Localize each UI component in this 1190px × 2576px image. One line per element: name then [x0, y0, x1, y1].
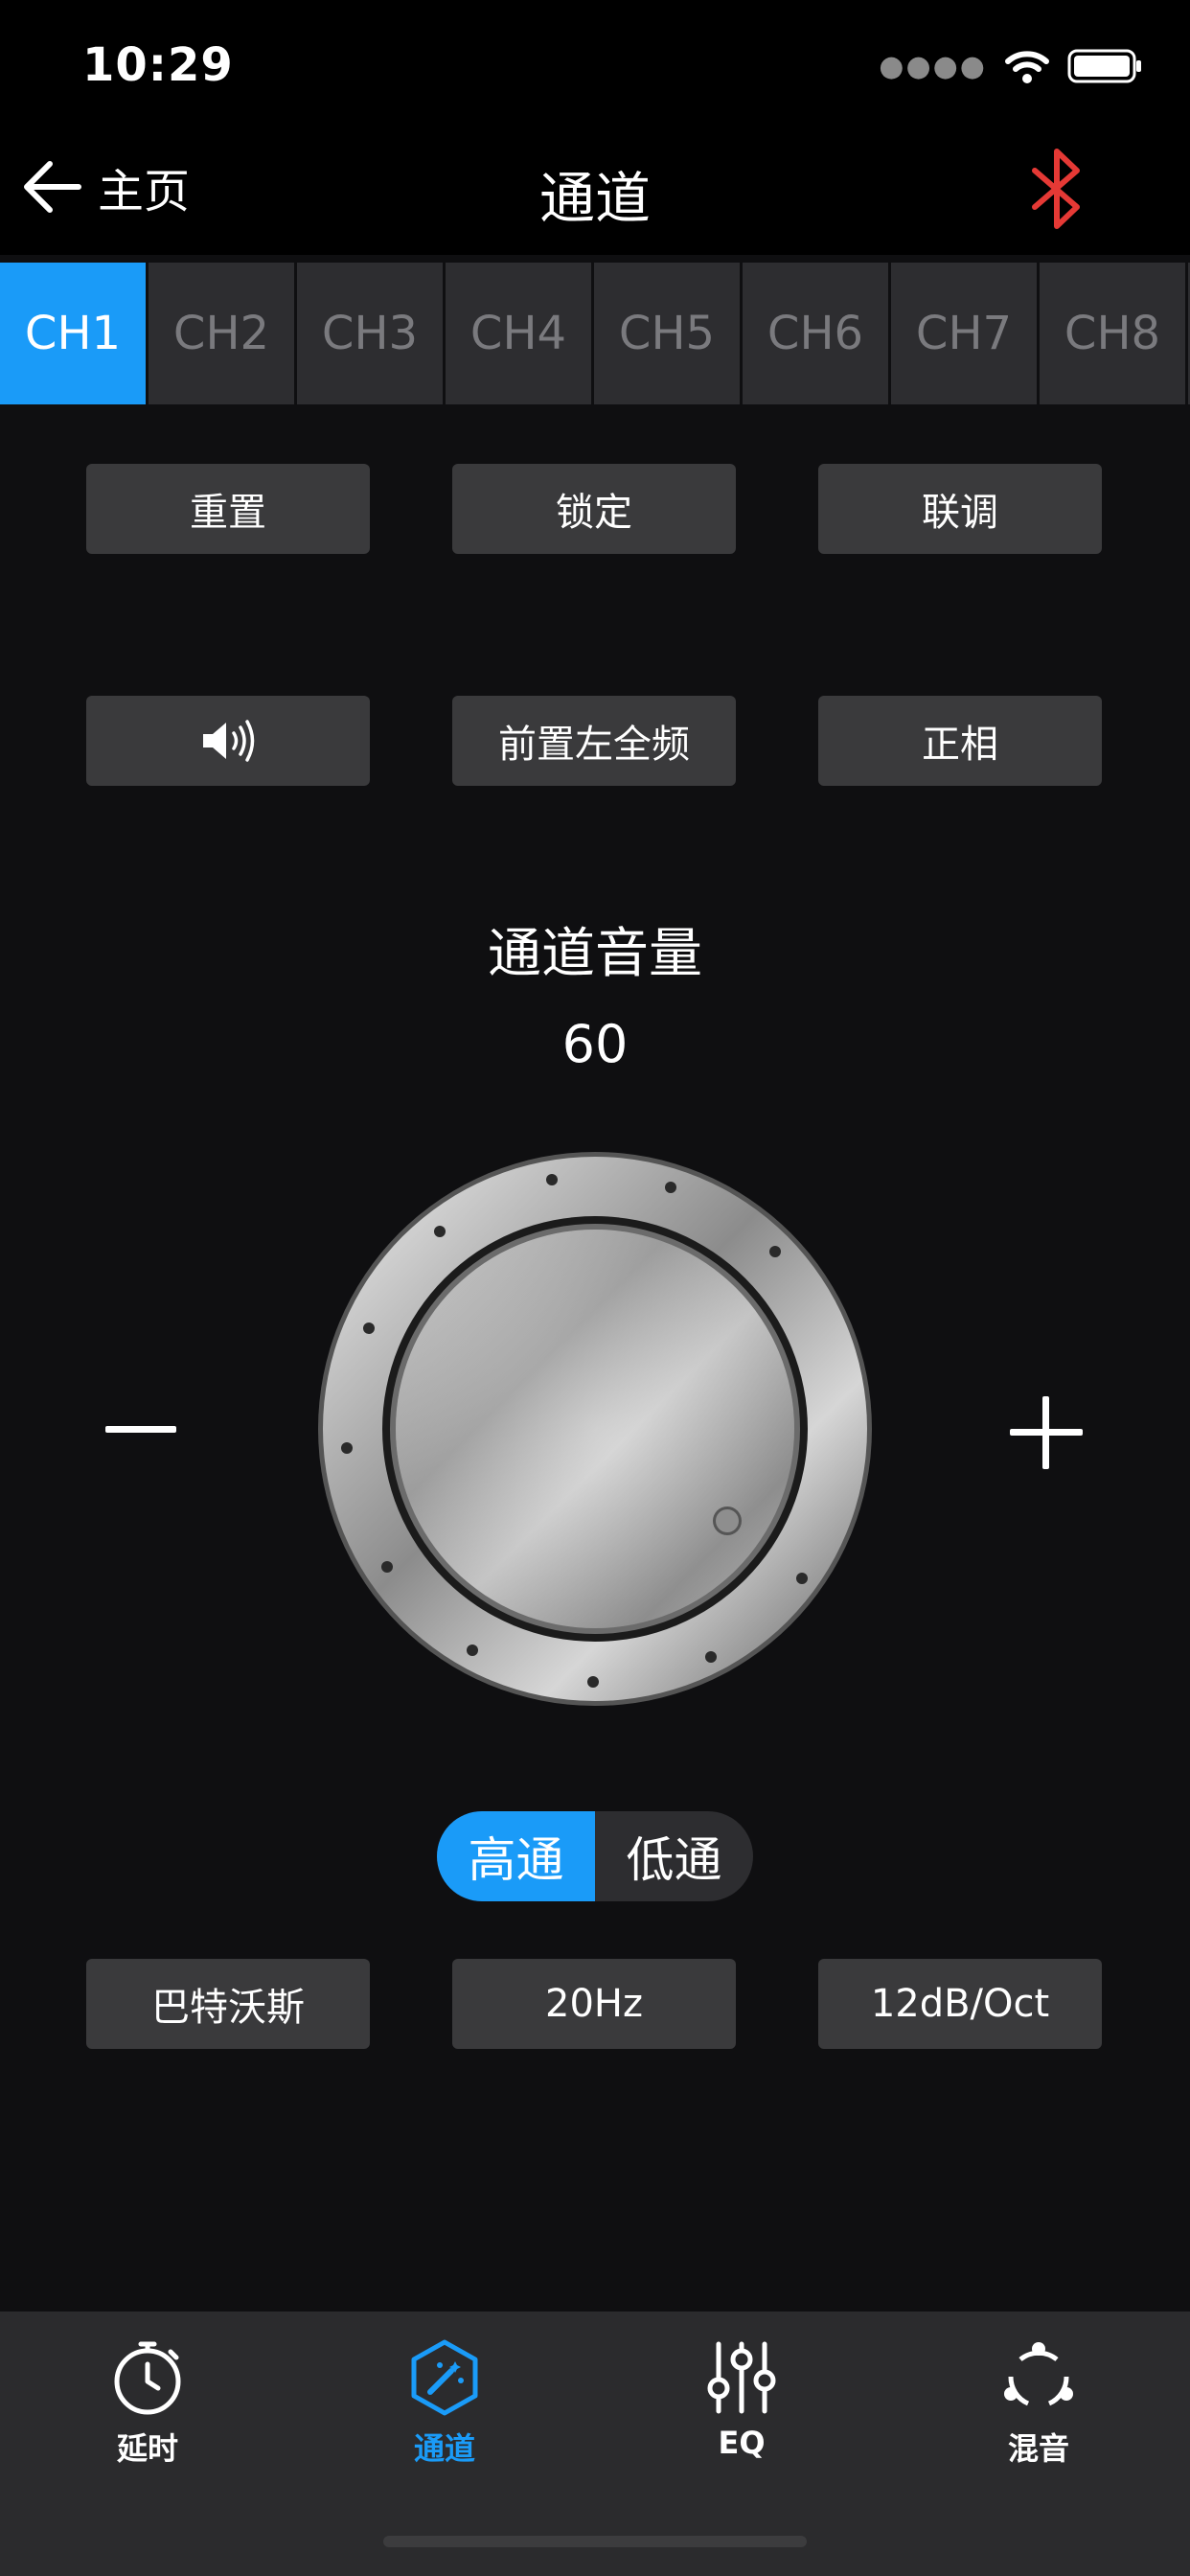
plus-icon	[996, 1380, 1096, 1485]
tabbar-item-delay[interactable]: 延时	[52, 2338, 243, 2469]
tab-ch8[interactable]: CH8	[1040, 263, 1188, 404]
volume-decrease-button[interactable]	[105, 1426, 176, 1433]
tabbar-label-mix: 混音	[1007, 2430, 1069, 2467]
tab-ch7[interactable]: CH7	[891, 263, 1040, 404]
status-time: 10:29	[82, 38, 234, 92]
lock-button[interactable]: 锁定	[452, 464, 736, 554]
position-button[interactable]: 前置左全频	[452, 696, 736, 786]
tab-ch5[interactable]: CH5	[594, 263, 743, 404]
tabbar-item-channel[interactable]: 通道	[349, 2338, 540, 2469]
tab-ch4[interactable]: CH4	[446, 263, 594, 404]
bluetooth-button[interactable]	[1025, 146, 1088, 236]
signal-dots-icon: ●●●●	[879, 49, 987, 83]
mix-icon	[1004, 2342, 1073, 2406]
volume-label: 通道音量	[488, 923, 702, 985]
tab-ch1[interactable]: CH1	[0, 263, 149, 404]
tabbar-label-eq: EQ	[718, 2425, 766, 2461]
lowpass-tab[interactable]: 低通	[595, 1811, 753, 1901]
sliders-icon	[707, 2341, 776, 2414]
volume-value: 60	[561, 1014, 629, 1074]
speaker-icon	[203, 720, 255, 762]
filter-freq-button[interactable]: 20Hz	[452, 1959, 736, 2049]
tabbar-item-eq[interactable]: EQ	[646, 2338, 837, 2461]
wifi-icon	[1005, 51, 1049, 83]
home-indicator	[383, 2536, 807, 2547]
volume-knob[interactable]	[316, 1150, 874, 1708]
stopwatch-icon	[114, 2341, 181, 2415]
status-icons: ●●●●	[879, 48, 1144, 84]
tab-ch6[interactable]: CH6	[743, 263, 891, 404]
volume-increase-button[interactable]	[996, 1380, 1096, 1485]
tab-ch2[interactable]: CH2	[149, 263, 297, 404]
filter-slope-button[interactable]: 12dB/Oct	[818, 1959, 1102, 2049]
top-bar: 10:29 ●●●● 主页 通道	[0, 0, 1190, 255]
tab-ch3[interactable]: CH3	[297, 263, 446, 404]
filter-type-button[interactable]: 巴特沃斯	[86, 1959, 370, 2049]
battery-icon	[1067, 49, 1141, 83]
phase-button[interactable]: 正相	[818, 696, 1102, 786]
tabbar-label-delay: 延时	[116, 2430, 178, 2467]
highpass-tab[interactable]: 高通	[437, 1811, 595, 1901]
channel-tabs: CH1 CH2 CH3 CH4 CH5 CH6 CH7 CH8	[0, 263, 1190, 404]
magic-wand-icon	[411, 2339, 478, 2416]
mute-button[interactable]	[86, 696, 370, 786]
tabbar-label-channel: 通道	[413, 2430, 475, 2467]
link-button[interactable]: 联调	[818, 464, 1102, 554]
bluetooth-icon	[1032, 149, 1080, 229]
tabbar-item-mix[interactable]: 混音	[943, 2338, 1134, 2469]
reset-button[interactable]: 重置	[86, 464, 370, 554]
page-title: 通道	[538, 166, 651, 231]
filter-mode-toggle: 高通 低通	[437, 1811, 753, 1901]
